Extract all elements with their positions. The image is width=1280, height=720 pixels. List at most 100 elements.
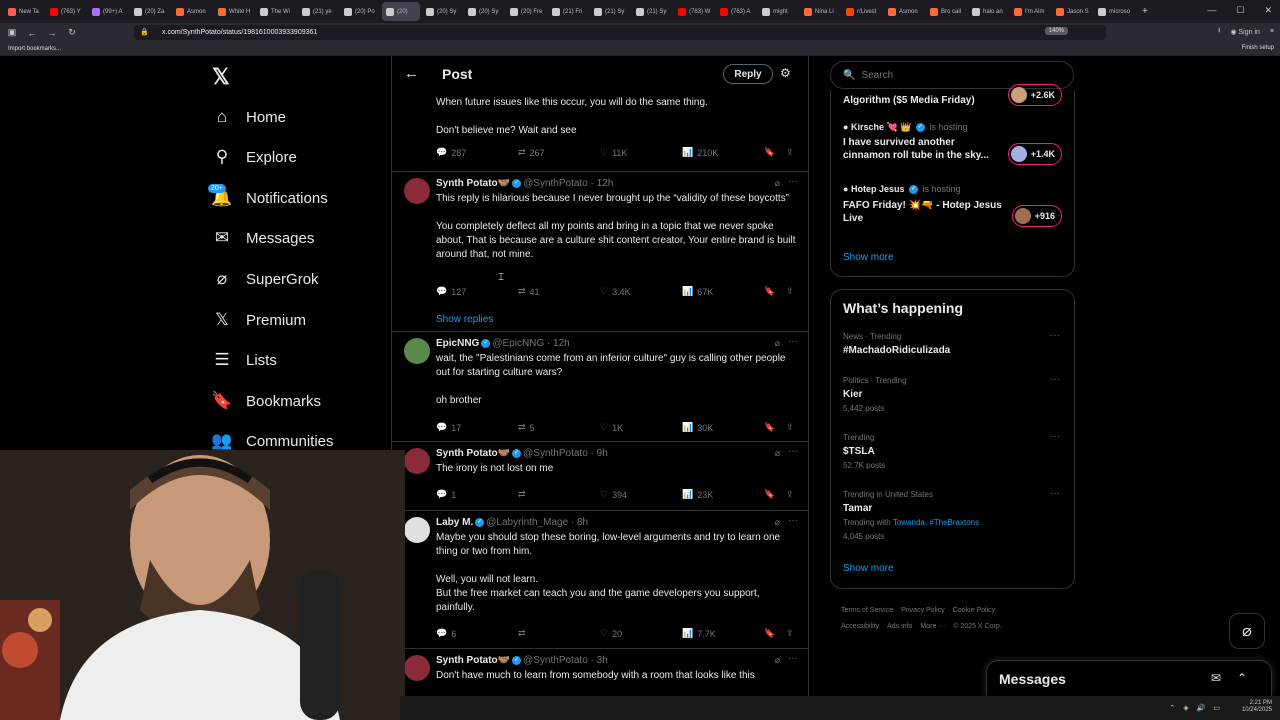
more-options-icon[interactable]: ··· (788, 336, 798, 347)
minimize-icon[interactable]: — (1207, 5, 1216, 16)
tweet-time[interactable]: · 9h (591, 448, 608, 459)
avatar[interactable] (404, 338, 430, 364)
finish-setup-link[interactable]: Finish setup (1242, 45, 1274, 51)
tweet-time[interactable]: · 12h (547, 338, 570, 349)
grok-explain-icon[interactable]: ⌀ (775, 517, 780, 528)
import-bookmarks-link[interactable]: Import bookmarks... (8, 46, 61, 52)
trend-name[interactable]: #MachadoRidiculizada (843, 345, 950, 356)
like-action[interactable]: ♡ 1K (600, 422, 623, 433)
author-name[interactable]: Synth Potato🤝🏽 (436, 178, 510, 189)
author-handle[interactable]: @SynthPotato (523, 178, 588, 189)
sign-in-label[interactable]: Sign in (1239, 29, 1260, 36)
tweet[interactable]: Synth Potato🤝🏽 ✓ @SynthPotato · 9h ⌀ ··· The … (392, 441, 808, 511)
url-bar[interactable]: 🔒 x.com/SynthPotato/status/1981610003933… (134, 25, 1106, 40)
space-listener-count[interactable]: +2.6K (1007, 84, 1062, 106)
author-name[interactable]: Laby M. (436, 517, 473, 528)
like-action[interactable]: ♡ 20 (600, 628, 622, 639)
share-icon[interactable]: ⇪ (786, 489, 794, 500)
avatar[interactable] (404, 517, 430, 543)
browser-tab[interactable]: halo an (968, 2, 1008, 21)
reply-action[interactable]: 💬 17 (436, 422, 461, 433)
browser-tab[interactable]: I'm Alm (1010, 2, 1050, 21)
browser-tab[interactable]: (99+) A (88, 2, 128, 21)
browser-tab[interactable]: (763) Y (46, 2, 86, 21)
more-options-icon[interactable]: ··· (788, 653, 798, 664)
tweet-time[interactable]: · 3h (591, 655, 608, 666)
grok-icon[interactable]: ⌀ (1229, 613, 1265, 649)
tweet-time[interactable]: · 12h (591, 178, 614, 189)
footer-link[interactable]: Terms of Service (841, 607, 893, 614)
like-action[interactable]: ♡ 3.4K (600, 286, 631, 297)
messages-drawer[interactable]: Messages ✉ ⌃ (986, 660, 1272, 696)
menu-icon[interactable]: ≡ (1270, 28, 1274, 35)
footer-link[interactable]: © 2025 X Corp. (953, 623, 1001, 630)
author-name[interactable]: Synth Potato🤝🏽 (436, 448, 510, 459)
browser-tab[interactable]: Bro call (926, 2, 966, 21)
network-icon[interactable]: ◈ (1183, 704, 1188, 712)
author-handle[interactable]: @SynthPotato (523, 448, 588, 459)
nav-item-bookmarks[interactable]: 🔖 Bookmarks (211, 391, 321, 411)
browser-tab[interactable]: (21) Sy (632, 2, 672, 21)
views-action[interactable]: 📊 210K (682, 147, 718, 158)
browser-tab[interactable]: Asmon (884, 2, 924, 21)
footer-link[interactable]: Privacy Policy (901, 607, 945, 614)
footer-link[interactable]: Ads info (887, 623, 912, 630)
avatar[interactable] (404, 448, 430, 474)
nav-item-messages[interactable]: ✉ Messages (212, 228, 315, 248)
nav-item-home[interactable]: ⌂ Home (212, 107, 286, 127)
tweet-author[interactable]: Synth Potato🤝🏽 ✓ @SynthPotato · 3h (436, 655, 608, 666)
browser-tab[interactable]: (21) Fri (548, 2, 588, 21)
browser-tab[interactable]: might (758, 2, 798, 21)
trends-show-more-link[interactable]: Show more (843, 563, 894, 574)
grok-explain-icon[interactable]: ⌀ (775, 338, 780, 349)
browser-tab[interactable]: New Ta (4, 2, 44, 21)
repost-action[interactable]: ⇄ 41 (518, 286, 540, 297)
browser-tab[interactable]: (21) ye (298, 2, 338, 21)
bookmark-icon[interactable]: 🔖 (764, 286, 775, 297)
space-title[interactable]: I have survived another cinnamon roll tu… (843, 136, 1003, 162)
browser-tab[interactable]: (20) Sy (464, 2, 504, 21)
browser-tab[interactable]: (20) Za (130, 2, 170, 21)
browser-tab[interactable]: White H (214, 2, 254, 21)
space-title[interactable]: Algorithm ($5 Media Friday) (843, 94, 1003, 107)
share-icon[interactable]: ⇪ (786, 628, 794, 639)
repost-action[interactable]: ⇄ (518, 628, 530, 639)
tweet-author[interactable]: Laby M. ✓ @Labyrinth_Mage · 8h (436, 517, 588, 528)
nav-item-notifications[interactable]: 🔔 Notifications (211, 188, 327, 208)
avatar[interactable] (404, 655, 430, 681)
nav-item-communities[interactable]: 👥 Communities (211, 431, 333, 451)
browser-tab[interactable]: (763) W (674, 2, 714, 21)
maximize-icon[interactable]: ☐ (1236, 5, 1244, 16)
browser-tab[interactable]: (20) Sy (422, 2, 462, 21)
tweet-author[interactable]: EpicNNG ✓ @EpicNNG · 12h (436, 338, 570, 349)
bookmark-icon[interactable]: 🔖 (764, 628, 775, 639)
nav-item-premium[interactable]: 𝕏 Premium (212, 310, 306, 330)
browser-tab[interactable]: r/Livest (842, 2, 882, 21)
grok-explain-icon[interactable]: ⌀ (775, 448, 780, 459)
views-action[interactable]: 📊 23K (682, 489, 713, 500)
download-icon[interactable]: ⭳ (1218, 26, 1220, 37)
space-title[interactable]: FAFO Friday! 💥🔫 - Hotep Jesus Live (843, 199, 1003, 225)
tweet-author[interactable]: Synth Potato🤝🏽 ✓ @SynthPotato · 12h (436, 178, 613, 189)
chevron-up-icon[interactable]: ⌃ (1169, 704, 1175, 712)
repost-action[interactable]: ⇄ 267 (518, 147, 545, 158)
browser-tab[interactable]: (21) Sy (590, 2, 630, 21)
space-host[interactable]: ● Kirsche 💘 👑 ✓ is hosting (843, 122, 967, 133)
more-options-icon[interactable]: ··· (788, 446, 798, 457)
bookmark-icon[interactable]: 🔖 (764, 422, 775, 433)
volume-icon[interactable]: 🔊 (1197, 704, 1206, 712)
footer-link[interactable]: Accessibility (841, 623, 879, 630)
browser-tab[interactable]: Jason S (1052, 2, 1092, 21)
browser-tab[interactable]: microso (1094, 2, 1134, 21)
more-options-icon[interactable]: ··· (788, 176, 798, 187)
space-listener-count[interactable]: +1.4K (1007, 143, 1062, 165)
reply-button[interactable]: Reply (723, 64, 773, 84)
trend-more-options-icon[interactable]: ··· (1050, 488, 1060, 499)
tweet[interactable]: Synth Potato🤝🏽 ✓ @SynthPotato · 3h ⌀ ··· Don'… (392, 648, 808, 696)
trend-more-options-icon[interactable]: ··· (1050, 431, 1060, 442)
nav-item-explore[interactable]: ⚲ Explore (212, 147, 297, 167)
battery-icon[interactable]: ▭ (1213, 704, 1220, 712)
reply-action[interactable]: 💬 287 (436, 147, 466, 158)
spaces-show-more-link[interactable]: Show more (843, 252, 894, 263)
share-icon[interactable]: ⇪ (786, 422, 794, 433)
